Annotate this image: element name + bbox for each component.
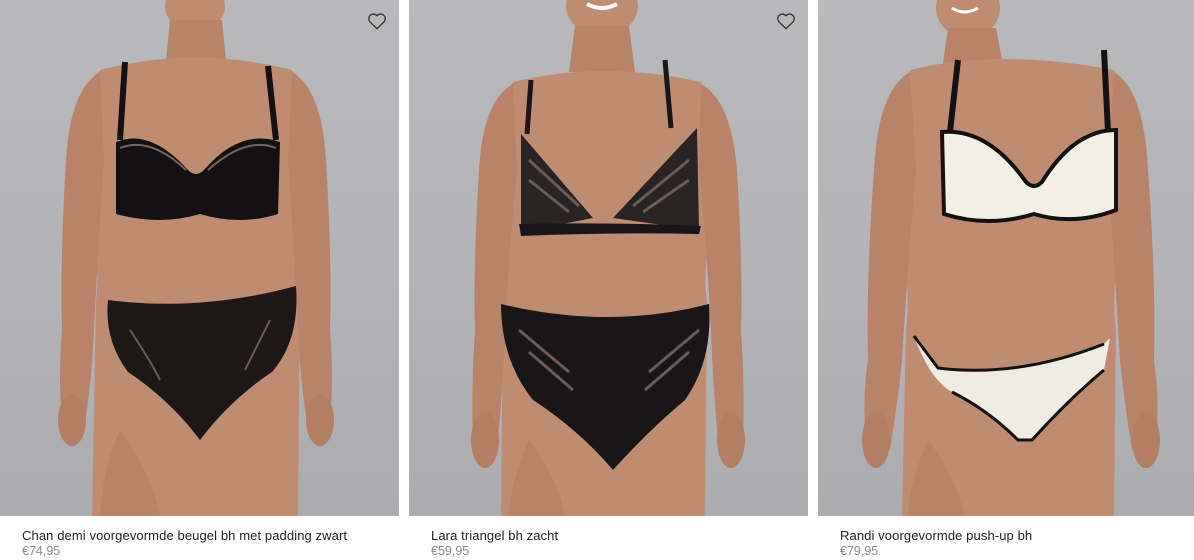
wishlist-button[interactable] — [775, 10, 797, 32]
product-card[interactable]: Lara triangel bh zacht €59,95 — [409, 0, 808, 560]
product-name[interactable]: Chan demi voorgevormde beugel bh met pad… — [22, 528, 347, 543]
model-photo — [862, 0, 1160, 516]
product-image[interactable] — [0, 0, 399, 516]
heart-outline-icon — [368, 13, 386, 30]
product-card[interactable]: Randi voorgevormde push-up bh €79,95 — [818, 0, 1194, 560]
product-price: €59,95 — [431, 544, 470, 558]
product-grid: Chan demi voorgevormde beugel bh met pad… — [0, 0, 1194, 560]
product-price: €74,95 — [22, 544, 61, 558]
product-price: €79,95 — [840, 544, 879, 558]
product-image[interactable] — [409, 0, 808, 516]
product-image[interactable] — [818, 0, 1194, 516]
wishlist-button[interactable] — [366, 10, 388, 32]
model-photo — [58, 0, 334, 516]
model-photo — [471, 0, 745, 516]
product-name[interactable]: Lara triangel bh zacht — [431, 528, 558, 543]
product-card[interactable]: Chan demi voorgevormde beugel bh met pad… — [0, 0, 399, 560]
heart-outline-icon — [777, 13, 795, 30]
product-name[interactable]: Randi voorgevormde push-up bh — [840, 528, 1032, 543]
